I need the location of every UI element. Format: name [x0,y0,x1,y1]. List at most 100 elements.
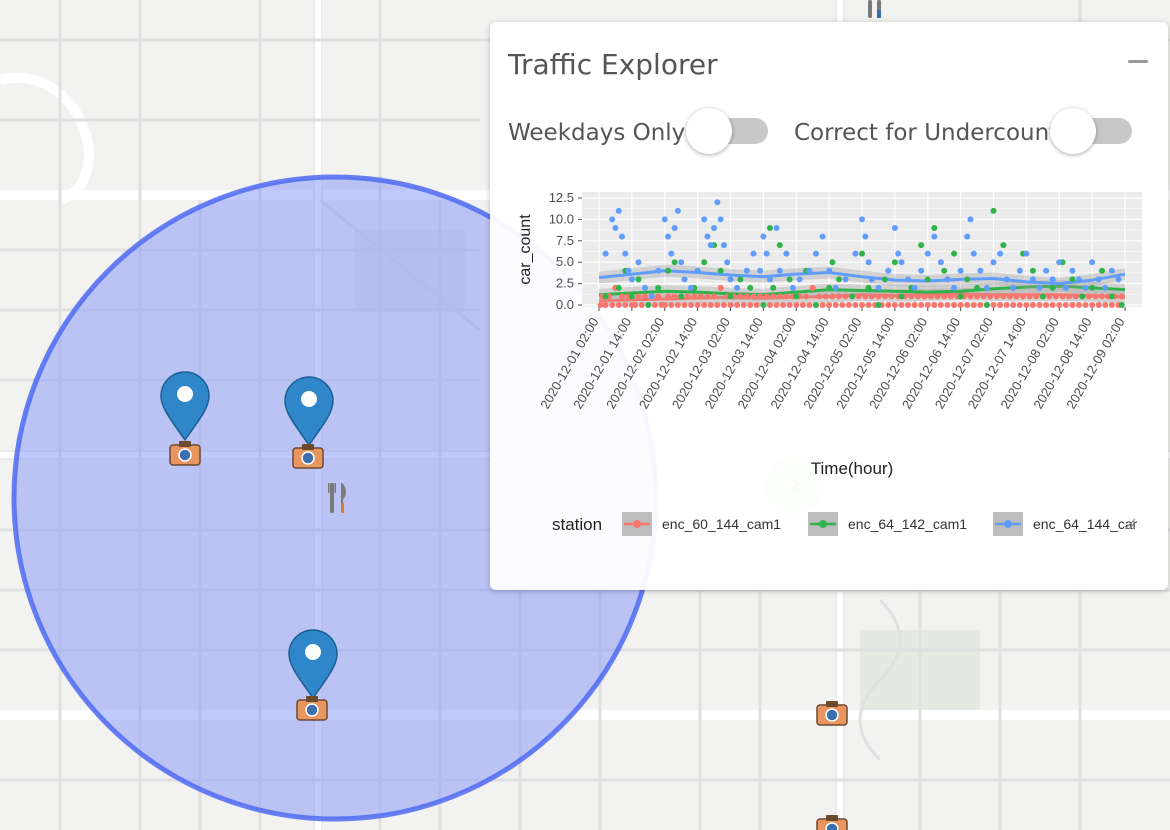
data-point [615,302,622,308]
data-point [1115,276,1122,283]
data-point [1046,293,1053,300]
data-point [842,293,849,300]
camera-icon[interactable] [169,441,201,466]
traffic-explorer-panel[interactable]: Traffic Explorer Weekdays Only Correct f… [490,22,1168,590]
data-point [1016,267,1023,274]
data-point [740,302,747,308]
data-point [655,284,662,291]
data-point [1049,302,1056,308]
data-point [921,293,928,300]
data-point [1062,284,1069,291]
data-point [622,302,629,308]
data-point [1036,284,1043,291]
weekdays-only-toggle[interactable] [686,108,768,154]
y-tick-label: 5.0 [556,254,574,269]
data-point [997,250,1004,257]
data-point [1003,276,1010,283]
data-point [773,302,780,308]
data-point [786,302,793,308]
data-point [914,293,921,300]
data-point [760,302,767,308]
data-point [635,293,642,300]
data-point [783,250,790,257]
data-point [928,293,935,300]
data-point [1102,284,1109,291]
camera-icon[interactable] [296,696,328,721]
data-point [822,293,829,300]
data-point [1033,293,1040,300]
data-point [983,302,990,308]
undercount-toggle[interactable] [1050,108,1132,154]
data-point [796,276,803,283]
data-point [1036,302,1043,308]
data-point [888,293,895,300]
data-point [809,284,816,291]
data-point [615,284,622,291]
data-point [891,302,898,308]
data-point [816,293,823,300]
data-point [642,293,649,300]
data-point [1069,267,1076,274]
legend-key-point [633,520,641,528]
data-point [760,233,767,240]
data-point [1000,242,1007,249]
data-point [720,242,727,249]
data-point [783,293,790,300]
data-point [701,302,708,308]
y-tick-label: 10.0 [549,211,574,226]
data-point [1095,302,1102,308]
data-point [628,293,635,300]
data-point [964,233,971,240]
data-point [835,276,842,283]
data-point [905,276,912,283]
data-point [990,302,997,308]
data-point [967,293,974,300]
data-point [977,267,984,274]
camera-icon[interactable] [292,444,324,469]
data-point [812,302,819,308]
data-point [750,250,757,257]
data-point [737,276,744,283]
data-point [704,233,711,240]
resize-handle-icon[interactable] [1124,518,1136,530]
data-point [891,224,898,231]
data-point [1102,302,1109,308]
data-point [635,259,642,266]
data-point [1075,302,1082,308]
data-point [655,267,662,274]
data-point [852,302,859,308]
data-point [891,259,898,266]
camera-icon[interactable] [816,701,848,726]
data-point [602,302,609,308]
y-tick-label: 12.5 [549,190,574,205]
data-point [957,302,964,308]
weekdays-only-label: Weekdays Only [508,120,686,146]
data-point [665,293,672,300]
data-point [671,259,678,266]
data-point [707,302,714,308]
data-point [743,267,750,274]
data-point [1029,302,1036,308]
data-point [875,284,882,291]
data-point [911,284,918,291]
data-point [865,284,872,291]
data-point [661,302,668,308]
data-point [628,276,635,283]
minimize-button[interactable] [1128,60,1148,63]
data-point [974,284,981,291]
data-point [694,267,701,274]
data-point [602,250,609,257]
data-point [806,267,813,274]
data-point [1075,276,1082,283]
data-point [951,284,958,291]
y-axis-label: car_count [517,214,534,285]
data-point [826,284,833,291]
data-point [1108,302,1115,308]
data-point [789,284,796,291]
data-point [766,276,773,283]
data-point [747,302,754,308]
data-point [898,259,905,266]
toggle-knob [1050,108,1096,154]
data-point [832,284,839,291]
data-point [622,250,629,257]
